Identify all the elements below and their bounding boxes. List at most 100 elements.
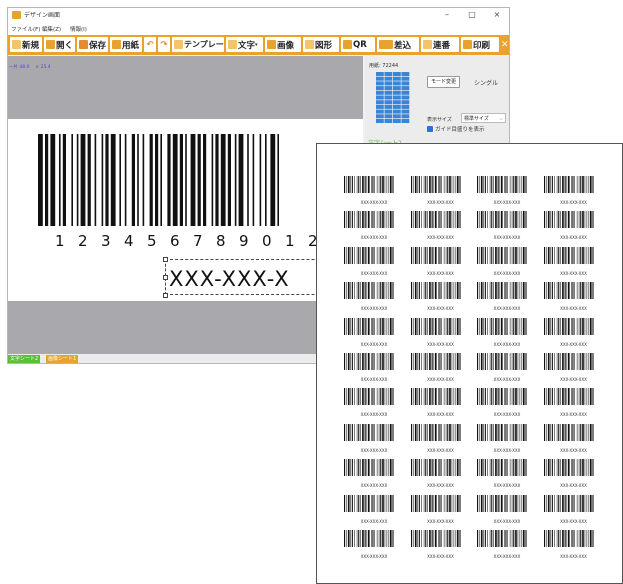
mini-barcode-bar: [431, 388, 433, 406]
mini-barcode-bar: [578, 246, 579, 264]
mini-barcode-bar: [561, 494, 564, 512]
barcode[interactable]: [38, 134, 338, 226]
merge-button[interactable]: 差込: [377, 37, 419, 52]
mini-barcode-bar: [517, 353, 519, 370]
mini-barcode-bar: [525, 388, 527, 406]
mini-barcode-bar: [455, 353, 456, 370]
mini-barcode-bar: [380, 459, 382, 477]
mini-barcode-bar: [362, 176, 364, 193]
mini-barcode-bar: [588, 388, 589, 406]
mini-barcode-bar: [347, 246, 350, 264]
preview-label-text: XXX-XXX-XXX: [493, 341, 521, 347]
maximize-button[interactable]: □: [463, 9, 481, 21]
mini-barcode-bar: [522, 176, 525, 193]
mini-barcode-bar: [484, 282, 486, 300]
mini-barcode: [477, 530, 527, 547]
undo-button[interactable]: ↶: [144, 37, 156, 52]
mini-barcode-bar: [455, 423, 456, 441]
mini-barcode-bar: [484, 423, 486, 441]
preview-label-text: XXX-XXX-XXX: [360, 270, 388, 276]
guide-checkbox[interactable]: [427, 126, 433, 132]
text-object[interactable]: XXX-XXX-X: [169, 267, 290, 291]
resize-handle[interactable]: [163, 275, 168, 280]
menu-file[interactable]: ファイル(F): [11, 25, 40, 33]
qr-button[interactable]: QR: [341, 37, 375, 52]
mini-barcode-bar: [451, 282, 452, 300]
mini-barcode-bar: [414, 494, 417, 512]
mini-barcode-bar: [451, 494, 452, 512]
mini-barcode-bar: [374, 494, 375, 512]
mini-barcode-bar: [426, 353, 428, 370]
mini-barcode-bar: [372, 211, 374, 229]
mini-barcode-bar: [549, 530, 551, 547]
mini-barcode-bar: [445, 176, 446, 193]
mini-barcode-bar: [382, 317, 384, 335]
mode-change-button[interactable]: モード変更: [427, 76, 461, 88]
paper-grid-cell: [401, 95, 410, 100]
mini-barcode-bar: [591, 176, 594, 193]
mini-barcode-bar: [384, 176, 386, 193]
mini-barcode-bar: [511, 423, 513, 441]
design-canvas[interactable]: 一片 48.0 × 25.4 123456789012 XXX-XXX-X: [8, 56, 363, 354]
serial-button[interactable]: 連番: [421, 37, 459, 52]
preview-label-text: XXX-XXX-XXX: [360, 518, 388, 524]
label-paper[interactable]: 123456789012 XXX-XXX-X: [8, 119, 363, 301]
mini-barcode-bar: [480, 282, 483, 300]
open-button[interactable]: 開く: [44, 37, 75, 52]
display-size-select[interactable]: 標準サイズ ⌵: [461, 113, 506, 123]
mini-barcode-bar: [366, 530, 368, 547]
mini-barcode-bar: [578, 317, 579, 335]
mini-barcode-bar: [384, 459, 386, 477]
mini-barcode-bar: [495, 423, 497, 441]
mini-barcode-bar: [487, 246, 488, 264]
mini-barcode-bar: [589, 282, 592, 300]
save-button[interactable]: 保存: [77, 37, 108, 52]
mini-barcode-bar: [483, 211, 484, 229]
close-button[interactable]: ×: [488, 9, 506, 21]
resize-handle[interactable]: [163, 257, 168, 262]
image-button[interactable]: 画像: [265, 37, 301, 52]
paper-button[interactable]: 用紙: [110, 37, 142, 52]
mini-barcode: [543, 530, 594, 547]
tab-image-sheet[interactable]: 画像シート1: [46, 355, 79, 363]
mini-barcode-bar: [440, 353, 442, 370]
toolbar-close-icon[interactable]: ✕: [501, 40, 509, 50]
mini-barcode-bar: [412, 176, 413, 193]
mini-barcode-bar: [522, 246, 525, 264]
mini-barcode-bar: [489, 211, 491, 229]
mini-barcode-bar: [374, 282, 375, 300]
mini-barcode-bar: [487, 353, 488, 370]
mini-barcode-bar: [420, 459, 422, 477]
mini-barcode-bar: [521, 388, 523, 406]
tab-text-sheet[interactable]: 文字シート2: [8, 355, 41, 363]
mini-barcode-bar: [347, 530, 350, 547]
mini-barcode-bar: [559, 423, 561, 441]
mini-barcode-bar: [344, 211, 346, 229]
mini-barcode-bar: [477, 388, 479, 406]
minimize-button[interactable]: –: [438, 9, 456, 21]
mini-barcode-bar: [581, 282, 584, 300]
menu-info[interactable]: 情報(I): [70, 25, 87, 33]
mini-barcode-bar: [410, 353, 412, 370]
mini-barcode-bar: [455, 388, 456, 406]
mini-barcode-bar: [477, 211, 479, 229]
barcode-bar: [179, 134, 183, 226]
template-button[interactable]: テンプレート: [172, 37, 224, 52]
menu-edit[interactable]: 編集(Z): [42, 25, 61, 33]
mini-barcode-bar: [354, 388, 355, 406]
resize-handle[interactable]: [163, 293, 168, 298]
mini-barcode-bar: [374, 317, 375, 335]
mini-barcode-bar: [579, 423, 581, 441]
text-button[interactable]: 文字 ▾: [226, 37, 263, 52]
mini-barcode-bar: [559, 388, 561, 406]
new-button[interactable]: 新規: [10, 37, 42, 52]
mini-barcode-bar: [392, 530, 394, 547]
shape-button[interactable]: 図形: [303, 37, 339, 52]
mini-barcode-bar: [566, 176, 567, 193]
mini-barcode-bar: [489, 530, 491, 547]
print-button[interactable]: 印刷: [461, 37, 499, 52]
preview-label-text: XXX-XXX-XXX: [493, 270, 521, 276]
redo-button[interactable]: ↷: [158, 37, 170, 52]
barcode-bar: [265, 134, 267, 226]
preview-label-text: XXX-XXX-XXX: [560, 341, 587, 347]
